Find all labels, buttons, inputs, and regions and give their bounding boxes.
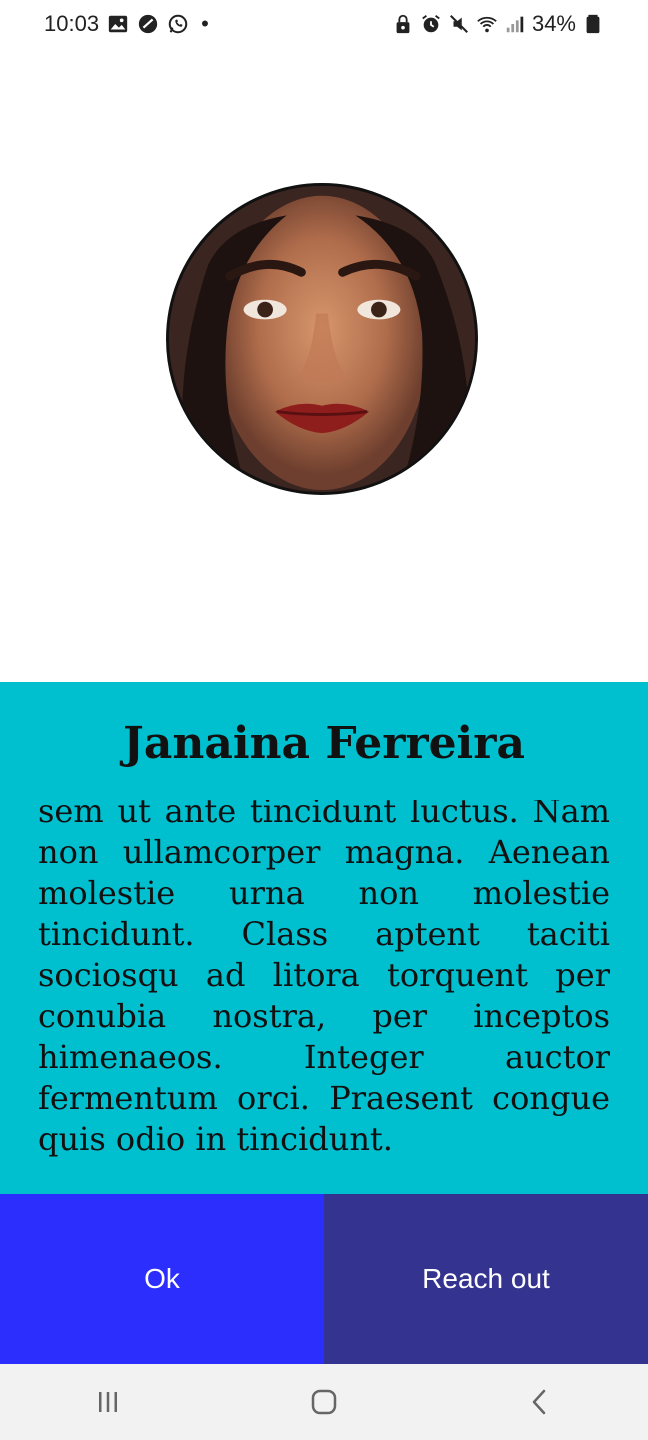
status-bar: 10:03 • 34% [0,0,648,48]
alarm-icon [420,13,442,35]
profile-photo [166,183,478,495]
ok-button[interactable]: Ok [0,1194,324,1364]
status-left: 10:03 • [0,11,209,37]
lock-icon [392,13,414,35]
gallery-icon [107,13,129,35]
back-icon [532,1389,546,1415]
profile-bio: sem ut ante tincidunt luctus. Nam non ul… [38,800,610,1158]
recents-icon [99,1392,117,1412]
wifi-icon [476,13,498,35]
clock: 10:03 [44,11,100,36]
whatsapp-icon [167,13,189,35]
mute-icon [448,13,470,35]
blocked-icon [137,13,159,35]
navigation-bar [0,1364,648,1440]
signal-icon [504,13,526,35]
back-button[interactable] [500,1372,580,1432]
bio-scroll-area[interactable]: sem ut ante tincidunt luctus. Nam non ul… [38,800,610,1170]
battery-icon [582,13,604,35]
home-icon [311,1389,337,1415]
reach-out-button[interactable]: Reach out [324,1194,648,1364]
home-button[interactable] [284,1372,364,1432]
recents-button[interactable] [68,1372,148,1432]
notification-dot: • [201,11,209,36]
battery-percent: 34% [531,11,576,36]
profile-name: Janaina Ferreira [123,718,525,769]
portrait-illustration [169,186,475,492]
status-right: 34% [392,11,648,37]
